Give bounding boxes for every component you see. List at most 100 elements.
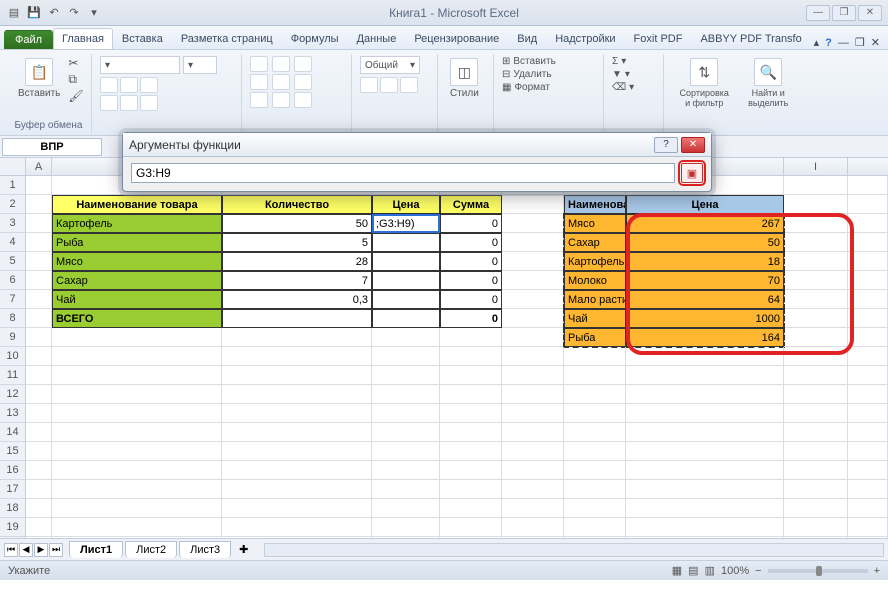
cell[interactable]: Цена: [372, 195, 440, 214]
cell[interactable]: [784, 195, 848, 214]
cell[interactable]: [26, 271, 52, 290]
cell[interactable]: Сахар: [564, 233, 626, 252]
cell[interactable]: [26, 290, 52, 309]
cell[interactable]: Количество: [222, 195, 372, 214]
cell[interactable]: [26, 195, 52, 214]
cell[interactable]: Мало растительное: [564, 290, 626, 309]
cell[interactable]: [440, 347, 502, 366]
cell[interactable]: [52, 347, 222, 366]
col-header[interactable]: I: [784, 158, 848, 175]
cell[interactable]: [372, 271, 440, 290]
cell[interactable]: [26, 537, 52, 538]
cell[interactable]: [784, 499, 848, 518]
cell[interactable]: [222, 518, 372, 537]
zoom-slider[interactable]: [768, 569, 868, 573]
cell[interactable]: 28: [222, 252, 372, 271]
cell[interactable]: [564, 423, 626, 442]
cell[interactable]: [372, 404, 440, 423]
row-header[interactable]: 5: [0, 252, 26, 271]
cell[interactable]: [222, 480, 372, 499]
cell[interactable]: [26, 461, 52, 480]
view-page-layout-icon[interactable]: ▤: [688, 564, 698, 577]
cell[interactable]: 267: [626, 214, 784, 233]
row-header[interactable]: 19: [0, 518, 26, 537]
row-header[interactable]: 11: [0, 366, 26, 385]
cell[interactable]: [784, 366, 848, 385]
align-center-button[interactable]: [272, 74, 290, 90]
cell[interactable]: Сахар: [52, 271, 222, 290]
format-painter-icon[interactable]: 🖌: [68, 89, 83, 103]
undo-icon[interactable]: ↶: [46, 5, 62, 21]
cell[interactable]: [440, 385, 502, 404]
font-color-button[interactable]: [140, 95, 158, 111]
indent-inc-button[interactable]: [272, 92, 290, 108]
dialog-close-button[interactable]: ✕: [681, 137, 705, 153]
cell[interactable]: [372, 366, 440, 385]
cell[interactable]: [372, 537, 440, 538]
row-header[interactable]: 1: [0, 176, 26, 195]
redo-icon[interactable]: ↷: [66, 5, 82, 21]
qat-dropdown-icon[interactable]: ▾: [86, 5, 102, 21]
cell[interactable]: [52, 499, 222, 518]
cell[interactable]: [784, 290, 848, 309]
cell[interactable]: [502, 214, 564, 233]
cell[interactable]: Мясо: [564, 214, 626, 233]
cell[interactable]: 7: [222, 271, 372, 290]
cell[interactable]: [502, 290, 564, 309]
range-input[interactable]: [131, 163, 675, 183]
cell[interactable]: [784, 537, 848, 538]
row-header[interactable]: 20: [0, 537, 26, 538]
align-right-button[interactable]: [294, 74, 312, 90]
tab-view[interactable]: Вид: [508, 28, 546, 49]
underline-button[interactable]: [140, 77, 158, 93]
cell[interactable]: [440, 518, 502, 537]
cell[interactable]: [26, 423, 52, 442]
cell[interactable]: [626, 461, 784, 480]
cell[interactable]: [26, 252, 52, 271]
tab-review[interactable]: Рецензирование: [405, 28, 508, 49]
cell[interactable]: Чай: [52, 290, 222, 309]
cell[interactable]: [502, 480, 564, 499]
sort-filter-button[interactable]: ⇅Сортировка и фильтр: [672, 56, 736, 110]
cell[interactable]: [26, 480, 52, 499]
cell[interactable]: [52, 366, 222, 385]
font-name-combo[interactable]: ▾: [100, 56, 180, 74]
cell[interactable]: Чай: [564, 309, 626, 328]
cell[interactable]: [784, 518, 848, 537]
delete-cells-label[interactable]: Удалить: [513, 69, 551, 80]
cell[interactable]: [502, 537, 564, 538]
cell[interactable]: [502, 328, 564, 347]
cell[interactable]: [52, 480, 222, 499]
cell[interactable]: [440, 499, 502, 518]
cell[interactable]: [626, 518, 784, 537]
cell[interactable]: Мясо: [52, 252, 222, 271]
cell[interactable]: [502, 366, 564, 385]
cell[interactable]: [26, 499, 52, 518]
sheet-tab[interactable]: Лист3: [179, 541, 231, 558]
cell[interactable]: [784, 252, 848, 271]
cell[interactable]: [372, 423, 440, 442]
cell[interactable]: 1000: [626, 309, 784, 328]
zoom-level[interactable]: 100%: [721, 565, 749, 577]
paste-button[interactable]: 📋 Вставить: [14, 56, 64, 101]
cell[interactable]: [222, 309, 372, 328]
cell[interactable]: [372, 480, 440, 499]
cell[interactable]: [626, 537, 784, 538]
cell[interactable]: [848, 366, 888, 385]
cell[interactable]: Наименование товара: [52, 195, 222, 214]
cell[interactable]: [26, 385, 52, 404]
cell[interactable]: [26, 366, 52, 385]
cell[interactable]: [848, 518, 888, 537]
minimize-button[interactable]: —: [806, 5, 830, 21]
cell[interactable]: Рыба: [52, 233, 222, 252]
cell[interactable]: 70: [626, 271, 784, 290]
cell[interactable]: [52, 385, 222, 404]
cell[interactable]: [502, 404, 564, 423]
cell[interactable]: [564, 366, 626, 385]
cell[interactable]: [440, 480, 502, 499]
cell[interactable]: [52, 461, 222, 480]
cell[interactable]: [848, 195, 888, 214]
wrap-text-button[interactable]: [294, 92, 312, 108]
cell[interactable]: [502, 252, 564, 271]
cell[interactable]: 0: [440, 271, 502, 290]
